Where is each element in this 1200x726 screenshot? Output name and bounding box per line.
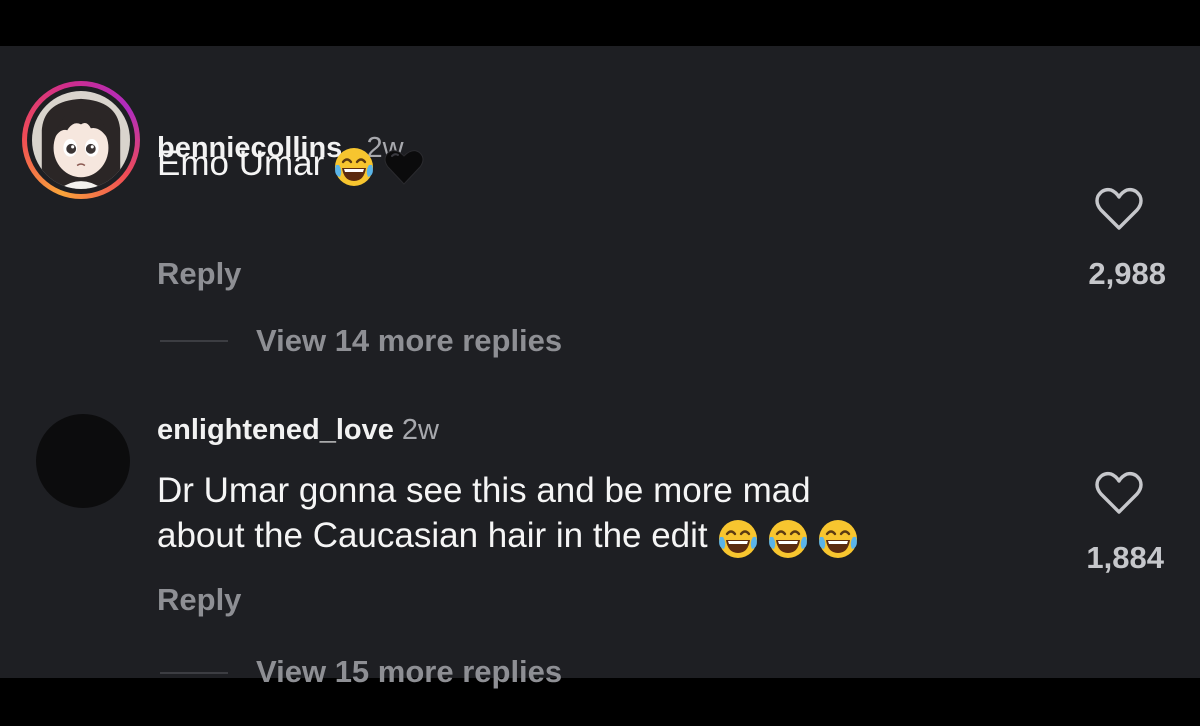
comment-username[interactable]: enlightened_love 2w (157, 414, 439, 447)
comment-text: Dr Umar gonna see this and be more mad a… (157, 468, 866, 561)
comments-screen: benniecollins_ 2w Emo Umar Reply View 14… (0, 46, 1200, 689)
face-with-tears-of-joy-icon (766, 517, 810, 561)
comment-text-line: Dr Umar gonna see this and be more mad (157, 471, 811, 510)
replies-divider (160, 672, 228, 674)
heart-icon[interactable] (1094, 186, 1144, 232)
like-count: 1,884 (1086, 540, 1164, 575)
anime-avatar-icon (32, 91, 130, 189)
username-text[interactable]: enlightened_love (157, 414, 394, 446)
heart-icon[interactable] (1094, 470, 1144, 516)
replies-divider (160, 340, 228, 342)
black-heart-icon (382, 145, 426, 189)
avatar[interactable] (36, 414, 130, 508)
avatar[interactable] (22, 81, 140, 199)
comment-text-line: about the Caucasian hair in the edit (157, 516, 708, 555)
comment-text-line: about the Caucasian hair in the edit (157, 513, 866, 561)
face-with-tears-of-joy-icon (716, 517, 760, 561)
reply-button[interactable]: Reply (157, 582, 241, 618)
like-count: 2,988 (1088, 256, 1166, 291)
face-with-tears-of-joy-icon (332, 145, 376, 189)
reply-button[interactable]: Reply (157, 256, 241, 292)
emoji-group (716, 514, 866, 561)
comment-timestamp: 2w (401, 414, 439, 446)
view-more-replies-button[interactable]: View 14 more replies (256, 323, 562, 359)
face-with-tears-of-joy-icon (816, 517, 860, 561)
view-more-replies-button[interactable]: View 15 more replies (256, 654, 562, 690)
emoji-group (332, 142, 432, 189)
comment-text-line: Emo Umar (157, 144, 325, 183)
comment-text: Emo Umar (157, 141, 432, 189)
